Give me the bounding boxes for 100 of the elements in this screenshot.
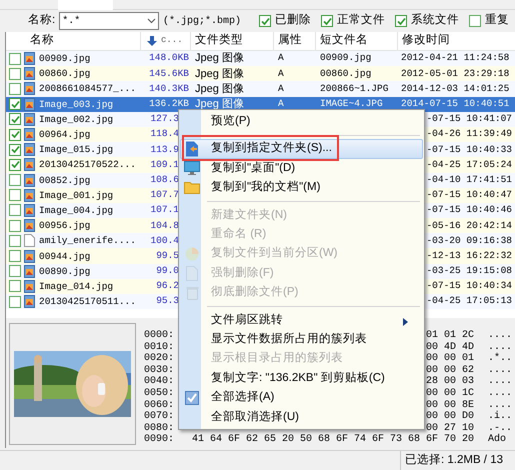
filter-hint: (*.jpg;*.bmp): [162, 14, 241, 28]
file-name: Image_014.jpg: [38, 280, 114, 293]
hex-bytes: 00 4D 4D: [426, 342, 474, 353]
file-size: 96.2: [155, 279, 179, 294]
file-name: Image_002.jpg: [38, 112, 114, 126]
file-name: 00944.jpg: [38, 250, 92, 263]
hex-bytes: 00 27 10: [426, 422, 474, 434]
modified-time: -07-15 10:41:07: [426, 112, 513, 126]
file-size: 99.0: [155, 264, 179, 278]
modified-time: -03-25 19:15:08: [426, 264, 513, 278]
modified-time: -04-25 17:05:24: [426, 158, 513, 172]
file-attribute: A: [277, 66, 285, 81]
modified-time: -12-13 16:22:32: [426, 248, 513, 263]
modified-time: -05-16 20:42:14: [426, 218, 513, 233]
file-name: 00890.jpg: [38, 264, 92, 278]
hex-offset: 0000:: [144, 330, 176, 342]
file-size: 140.3KB: [148, 82, 190, 96]
file-name: Image_001.jpg: [38, 188, 114, 202]
filter-label: 名称:: [28, 12, 56, 28]
modified-time: -07-15 10:40:33: [426, 142, 513, 157]
modified-time: -03-20 09:16:38: [426, 234, 513, 248]
file-size: 145.6KB: [148, 66, 190, 81]
hex-offset: 0090:: [144, 434, 176, 446]
hex-bytes: 00 00 8E: [426, 400, 474, 411]
hex-text: .*..: [488, 353, 512, 365]
file-attribute: A: [277, 97, 285, 112]
file-name: 00956.jpg: [38, 219, 92, 232]
modified-time: -04-10 17:41:51: [426, 172, 513, 187]
hex-offset: 0070:: [144, 411, 176, 423]
modified-time: -07-15 10:40:46: [426, 203, 513, 218]
file-size: 107.7: [149, 188, 179, 202]
modified-time: -07-15 10:40:47: [426, 188, 513, 202]
hex-bytes: 01 01 2C: [426, 330, 474, 342]
hex-text: .-..: [488, 422, 512, 434]
hex-offset: 0020:: [144, 353, 176, 365]
file-name: 00852.jpg: [38, 174, 92, 187]
modified-time: 2014-12-03 14:01:25: [400, 82, 510, 96]
modified-time: 2014-07-15 10:40:51: [400, 97, 510, 112]
file-size: 104.8: [149, 218, 179, 233]
checkbox-label: 已删除: [275, 12, 311, 28]
file-size: 99.5: [155, 248, 179, 263]
hex-offset: 0050:: [144, 388, 176, 400]
hex-text: Ado: [488, 434, 506, 446]
file-size: 148.0KB: [148, 51, 190, 66]
short-file-name: 200866~1.JPG: [319, 82, 390, 96]
hex-bytes: 28 00 03: [426, 376, 474, 388]
file-type: Jpeg 图像: [194, 82, 245, 97]
file-attribute: A: [277, 82, 285, 96]
file-name: 00860.jpg: [38, 67, 92, 80]
hex-text: ....: [488, 364, 512, 376]
file-size: 100.4: [149, 234, 179, 248]
hex-text: ....: [488, 388, 512, 400]
file-size: 118.4: [149, 127, 179, 142]
short-file-name: 00909.jpg: [319, 51, 372, 66]
file-name: Image_004.jpg: [38, 204, 114, 217]
modified-time: -07-15 10:40:34: [426, 279, 513, 294]
status-text: 已选择: 1.2MB / 13: [400, 451, 515, 470]
modified-time: -04-25 17:05:13: [426, 294, 513, 308]
hex-bytes: 00 00 01: [426, 353, 474, 365]
file-name: Image_003.jpg: [38, 98, 114, 111]
modified-time: 2012-04-21 11:24:58: [400, 51, 510, 66]
hex-offset: 0040:: [144, 376, 176, 388]
hex-text: ....: [488, 342, 512, 353]
hex-offset: 0080:: [144, 422, 176, 434]
file-size: 127.3: [149, 112, 179, 126]
modified-time: 2012-05-01 23:29:18: [400, 66, 510, 81]
file-size: 108.6: [149, 172, 179, 187]
file-type: Jpeg 图像: [194, 66, 245, 82]
file-name: 20130425170522...: [38, 158, 137, 172]
file-name: 2008661084577_...: [38, 82, 137, 96]
hex-text: ....: [488, 400, 512, 411]
hex-text: .i..: [488, 411, 512, 423]
file-name: 00964.jpg: [38, 128, 92, 142]
hex-bytes: 00 00 1C: [426, 388, 474, 400]
hex-offset: 0030:: [144, 364, 176, 376]
file-type: Jpeg 图像: [194, 51, 245, 66]
short-file-name: 00860.jpg: [319, 66, 372, 81]
file-size: 113.9: [149, 142, 179, 157]
modified-time: -04-26 11:39:49: [426, 127, 513, 142]
file-name: amily_enerife....: [38, 234, 137, 248]
file-size: 136.2KB: [148, 97, 190, 112]
hex-offset: 0010:: [144, 342, 176, 353]
file-name: 00909.jpg: [38, 52, 92, 66]
checkbox-label: 重复: [485, 12, 509, 28]
checkbox-label: 正常文件: [337, 12, 385, 28]
hex-offset: 0060:: [144, 400, 176, 411]
hex-text: ....: [488, 376, 512, 388]
short-file-name: IMAGE~4.JPG: [319, 97, 384, 112]
file-name: Image_015.jpg: [38, 143, 114, 156]
file-name: 20130425170511...: [38, 295, 137, 308]
hex-bytes: 00 00 62: [426, 364, 474, 376]
file-attribute: A: [277, 51, 285, 66]
file-size: 95.3: [155, 294, 179, 308]
file-type: Jpeg 图像: [194, 96, 245, 112]
file-size: 107.1: [149, 203, 179, 218]
hex-bytes: 41 64 6F 62 65 20 50 68 6F 74 6F 73 68 6F 70 20: [192, 434, 474, 446]
checkbox-label: 系统文件: [411, 12, 459, 28]
hex-text: ....: [488, 330, 512, 342]
hex-bytes: 00 00 D0: [426, 411, 474, 423]
file-size: 109.1: [149, 158, 179, 172]
